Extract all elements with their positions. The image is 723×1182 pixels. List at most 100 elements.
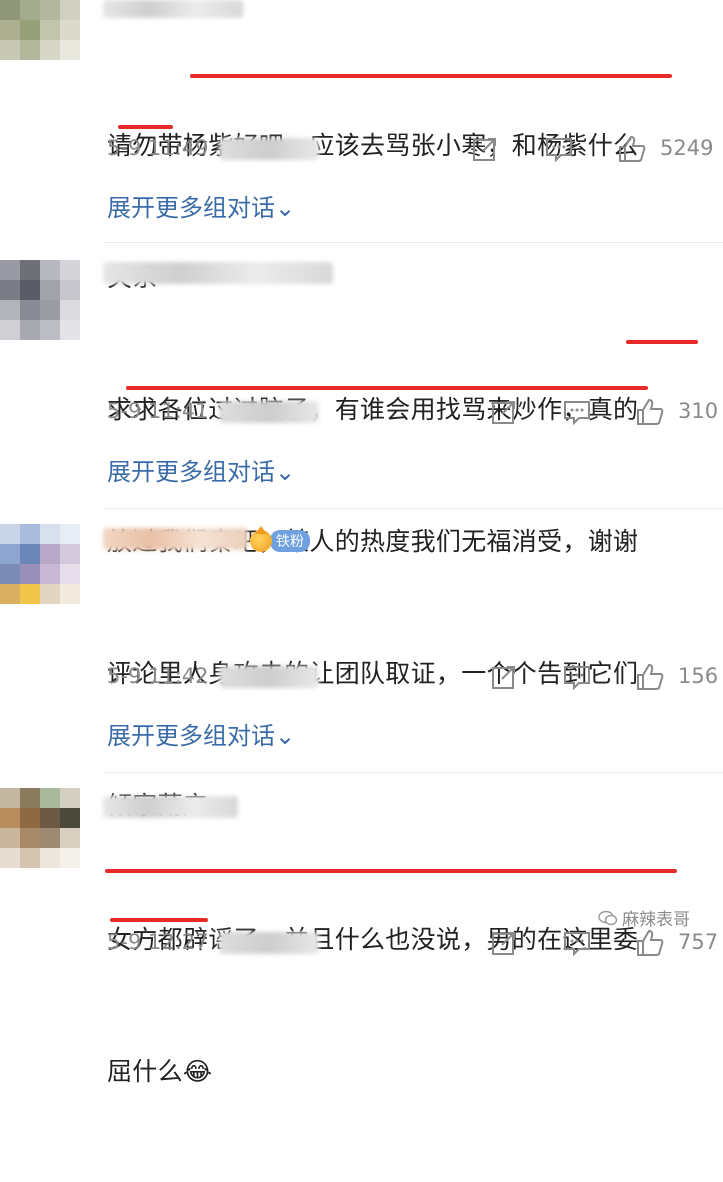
avatar-pixel: [0, 848, 20, 868]
comment-icon[interactable]: [562, 397, 592, 427]
avatar[interactable]: [0, 524, 80, 604]
comment-icon[interactable]: [562, 662, 592, 692]
username-blurred[interactable]: [103, 796, 238, 818]
avatar-pixel: [40, 320, 60, 340]
highlight-underline: [190, 74, 672, 78]
expand-conversation-link[interactable]: 展开更多组对话⌄: [107, 452, 295, 487]
username-blurred[interactable]: [103, 528, 248, 550]
chevron-down-icon: ⌄: [275, 458, 296, 486]
like-count: 156: [678, 664, 719, 688]
avatar-pixel: [40, 584, 60, 604]
avatar-pixel: [20, 828, 40, 848]
watermark-text: 麻辣表哥: [622, 910, 690, 930]
avatar-pixel: [0, 788, 20, 808]
avatar-pixel: [40, 20, 60, 40]
avatar-pixel: [40, 280, 60, 300]
location-blurred: [219, 401, 319, 423]
avatar-pixel: [60, 848, 80, 868]
avatar-pixel: [60, 584, 80, 604]
avatar[interactable]: [0, 788, 80, 868]
avatar-pixel: [40, 524, 60, 544]
expand-conversation-link[interactable]: 展开更多组对话⌄: [107, 188, 295, 223]
highlight-underline: [626, 340, 698, 344]
comment-meta: 5-9 11:42 156: [107, 662, 719, 694]
timestamp: 5-9 12:27: [107, 930, 209, 954]
fan-badge[interactable]: 铁粉: [250, 526, 310, 554]
avatar-pixel: [60, 564, 80, 584]
avatar-pixel: [60, 0, 80, 20]
comment-meta: 5-9 11:41 310: [107, 397, 719, 429]
watermark: 麻辣表哥: [598, 905, 690, 930]
avatar-pixel: [0, 20, 20, 40]
comment-meta: 5-9 11:49 5249: [107, 134, 717, 166]
avatar-pixel: [20, 320, 40, 340]
location-blurred: [219, 666, 319, 688]
divider: [103, 242, 723, 243]
avatar-pixel: [0, 828, 20, 848]
avatar-pixel: [60, 260, 80, 280]
chevron-down-icon: ⌄: [275, 194, 296, 222]
timestamp: 5-9 11:41: [107, 399, 209, 423]
expand-conversation-link[interactable]: 展开更多组对话⌄: [107, 716, 295, 751]
avatar-pixel: [20, 848, 40, 868]
like-count: 5249: [660, 136, 714, 160]
highlight-underline: [126, 386, 648, 390]
avatar-pixel: [20, 300, 40, 320]
avatar-pixel: [20, 40, 40, 60]
avatar-pixel: [60, 300, 80, 320]
share-icon[interactable]: [470, 134, 500, 164]
location-blurred: [219, 932, 319, 954]
like-count: 310: [678, 399, 719, 423]
avatar-pixel: [20, 0, 40, 20]
avatar-pixel: [0, 260, 20, 280]
avatar-pixel: [20, 564, 40, 584]
like-icon[interactable]: [617, 134, 647, 164]
divider: [103, 508, 723, 509]
avatar-pixel: [60, 544, 80, 564]
avatar-pixel: [60, 808, 80, 828]
avatar-pixel: [0, 300, 20, 320]
avatar[interactable]: [0, 0, 80, 60]
timestamp: 5-9 11:42: [107, 664, 209, 688]
comment-text: 女方都辟谣了，并且什么也没说，男的在这里委 屈什么😂: [107, 925, 639, 1086]
username-blurred[interactable]: [103, 262, 333, 284]
username-blurred[interactable]: [103, 0, 243, 18]
avatar-pixel: [40, 788, 60, 808]
wechat-icon: [598, 910, 618, 925]
timestamp: 5-9 11:49: [107, 136, 209, 160]
avatar-pixel: [60, 320, 80, 340]
avatar-pixel: [0, 524, 20, 544]
divider: [103, 772, 723, 773]
like-count: 757: [678, 930, 719, 954]
avatar-pixel: [40, 564, 60, 584]
comment-icon[interactable]: [544, 134, 574, 164]
avatar-pixel: [0, 564, 20, 584]
avatar-pixel: [60, 20, 80, 40]
avatar-pixel: [0, 280, 20, 300]
avatar-pixel: [20, 544, 40, 564]
share-icon[interactable]: [489, 397, 519, 427]
avatar-pixel: [40, 544, 60, 564]
share-icon[interactable]: [489, 662, 519, 692]
avatar-pixel: [60, 828, 80, 848]
avatar-pixel: [40, 300, 60, 320]
avatar-pixel: [20, 20, 40, 40]
avatar-pixel: [0, 544, 20, 564]
avatar-pixel: [20, 808, 40, 828]
avatar-pixel: [0, 320, 20, 340]
highlight-underline: [105, 869, 677, 873]
avatar-pixel: [20, 584, 40, 604]
avatar-pixel: [0, 0, 20, 20]
like-icon[interactable]: [635, 397, 665, 427]
location-blurred: [219, 138, 319, 160]
avatar-pixel: [40, 808, 60, 828]
like-icon[interactable]: [635, 662, 665, 692]
avatar-pixel: [0, 584, 20, 604]
avatar-pixel: [0, 808, 20, 828]
highlight-underline: [110, 918, 208, 922]
avatar[interactable]: [0, 260, 80, 340]
crown-icon: [250, 526, 272, 552]
avatar-pixel: [40, 40, 60, 60]
avatar-pixel: [20, 260, 40, 280]
comment-meta: 5-9 12:27 757: [107, 928, 719, 960]
